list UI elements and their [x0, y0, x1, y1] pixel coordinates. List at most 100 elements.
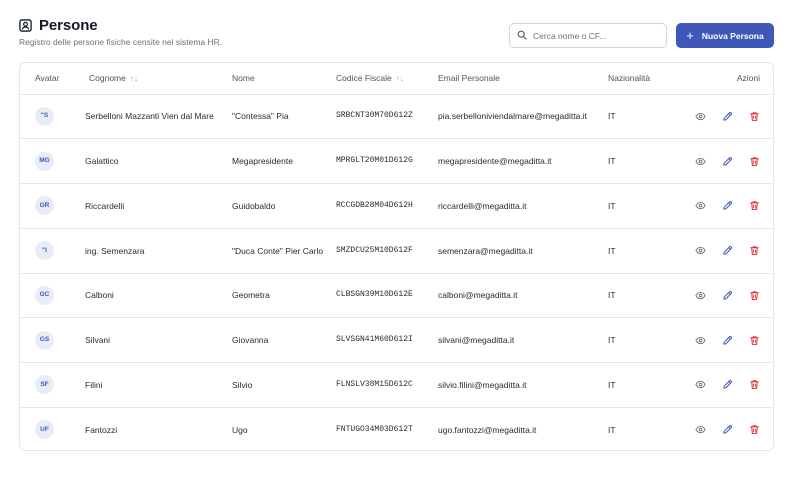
cell-nome: Guidobaldo [232, 200, 276, 211]
new-person-button[interactable]: + Nuova Persona [676, 23, 774, 48]
cell-cognome: ing. Semenzara [85, 245, 145, 256]
avatar: SF [35, 375, 54, 395]
row-actions [695, 335, 760, 346]
cell-cognome: Silvani [85, 335, 111, 346]
cell-email: pia.serbelloniviendalmare@megaditta.it [438, 111, 587, 122]
column-email: Email Personale [438, 63, 608, 95]
eye-icon[interactable] [695, 379, 706, 390]
column-cf-label: Codice Fiscale [336, 73, 392, 84]
pencil-icon[interactable] [722, 200, 733, 211]
row-actions [695, 111, 760, 122]
cell-codice-fiscale: SMZDCU25M10D612F [336, 245, 413, 255]
cell-nazionalita: IT [608, 245, 616, 256]
trash-icon[interactable] [749, 200, 760, 211]
persons-table-card: Avatar Cognome ↑↓ Nome Codice Fiscale ↑↓ E… [19, 62, 774, 451]
column-nome-label: Nome [232, 73, 255, 84]
cell-nome: "Contessa" Pia [232, 111, 289, 122]
cell-email: silvio.filini@megaditta.it [438, 379, 527, 390]
table-header: Avatar Cognome ↑↓ Nome Codice Fiscale ↑↓ E… [20, 63, 773, 95]
avatar: UF [35, 420, 54, 440]
trash-icon[interactable] [749, 424, 760, 435]
column-cognome-label: Cognome [89, 73, 126, 84]
header-row: Avatar Cognome ↑↓ Nome Codice Fiscale ↑↓ E… [20, 63, 773, 95]
pencil-icon[interactable] [722, 290, 733, 301]
cell-nazionalita: IT [608, 200, 616, 211]
eye-icon[interactable] [695, 156, 706, 167]
cell-codice-fiscale: SRBCNT30M70D612Z [336, 111, 413, 121]
avatar: MG [35, 151, 54, 171]
row-actions [695, 245, 760, 256]
table-row: MG Galattico Megapresidente MPRGLT20M01D… [20, 139, 773, 184]
pencil-icon[interactable] [722, 111, 733, 122]
column-azioni: Azioni [704, 63, 773, 95]
table-row: GC Calboni Geometra CLBSGN39M10D612E cal… [20, 273, 773, 318]
table-row: SF Filini Silvio FLNSLV38M15D612C silvio… [20, 363, 773, 408]
eye-icon[interactable] [695, 335, 706, 346]
cell-codice-fiscale: RCCGDB28M04D612H [336, 200, 413, 210]
cell-nome: Giovanna [232, 335, 269, 346]
cell-nome: Megapresidente [232, 156, 293, 167]
page-header: Persone Registro delle persone fisiche c… [19, 17, 774, 51]
avatar: GR [35, 196, 54, 216]
avatar: "I [35, 241, 54, 261]
column-azioni-label: Azioni [736, 73, 760, 84]
column-nazionalita: Nazionalità [608, 63, 704, 95]
pencil-icon[interactable] [722, 424, 733, 435]
search-icon [517, 27, 527, 45]
eye-icon[interactable] [695, 290, 706, 301]
eye-icon[interactable] [695, 111, 706, 122]
cell-email: calboni@megaditta.it [438, 290, 518, 301]
pencil-icon[interactable] [722, 156, 733, 167]
cell-codice-fiscale: CLBSGN39M10D612E [336, 290, 413, 300]
pencil-icon[interactable] [722, 379, 733, 390]
trash-icon[interactable] [749, 156, 760, 167]
trash-icon[interactable] [749, 111, 760, 122]
table-row: GR Riccardelli Guidobaldo RCCGDB28M04D61… [20, 184, 773, 229]
cell-nazionalita: IT [608, 290, 616, 301]
cell-email: ugo.fantozzi@megaditta.it [438, 424, 537, 435]
column-cognome[interactable]: Cognome ↑↓ [85, 63, 232, 95]
table-body: "S Serbelloni Mazzanti Vien dal Mare "Co… [20, 94, 773, 450]
column-naz-label: Nazionalità [608, 73, 651, 84]
eye-icon[interactable] [695, 200, 706, 211]
trash-icon[interactable] [749, 290, 760, 301]
trash-icon[interactable] [749, 379, 760, 390]
table-row: "I ing. Semenzara "Duca Conte" Pier Carl… [20, 228, 773, 273]
row-actions [695, 424, 760, 435]
cell-cognome: Riccardelli [85, 200, 125, 211]
search-box[interactable] [509, 23, 667, 48]
cell-email: riccardelli@megaditta.it [438, 200, 527, 211]
table-row: UF Fantozzi Ugo FNTUGO34M03D612T ugo.fan… [20, 407, 773, 450]
cell-nome: Ugo [232, 424, 248, 435]
row-actions [695, 200, 760, 211]
cell-cognome: Filini [85, 379, 103, 390]
table-row: "S Serbelloni Mazzanti Vien dal Mare "Co… [20, 94, 773, 139]
cell-nazionalita: IT [608, 111, 616, 122]
avatar: GS [35, 330, 54, 350]
page-subtitle: Registro delle persone fisiche censite n… [19, 37, 223, 47]
pencil-icon[interactable] [722, 245, 733, 256]
trash-icon[interactable] [749, 245, 760, 256]
cell-nazionalita: IT [608, 335, 616, 346]
column-email-label: Email Personale [438, 73, 500, 84]
cell-nome: Silvio [232, 379, 253, 390]
pencil-icon[interactable] [722, 335, 733, 346]
cell-codice-fiscale: MPRGLT20M01D612G [336, 156, 413, 166]
trash-icon[interactable] [749, 335, 760, 346]
cell-cognome: Serbelloni Mazzanti Vien dal Mare [85, 111, 214, 122]
sort-icon[interactable]: ↑↓ [396, 74, 404, 83]
eye-icon[interactable] [695, 245, 706, 256]
search-input[interactable] [533, 30, 661, 41]
new-person-label: Nuova Persona [701, 30, 764, 41]
sort-icon[interactable]: ↑↓ [130, 74, 138, 83]
cell-cognome: Calboni [85, 290, 114, 301]
cell-nazionalita: IT [608, 424, 616, 435]
table-row: GS Silvani Giovanna SLVSGN41M60D612I sil… [20, 318, 773, 363]
cell-email: megapresidente@megaditta.it [438, 156, 552, 167]
eye-icon[interactable] [695, 424, 706, 435]
plus-icon: + [686, 27, 694, 43]
cell-codice-fiscale: SLVSGN41M60D612I [336, 335, 413, 345]
column-codice-fiscale[interactable]: Codice Fiscale ↑↓ [336, 63, 438, 95]
cell-nazionalita: IT [608, 379, 616, 390]
cell-nome: Geometra [232, 290, 270, 301]
